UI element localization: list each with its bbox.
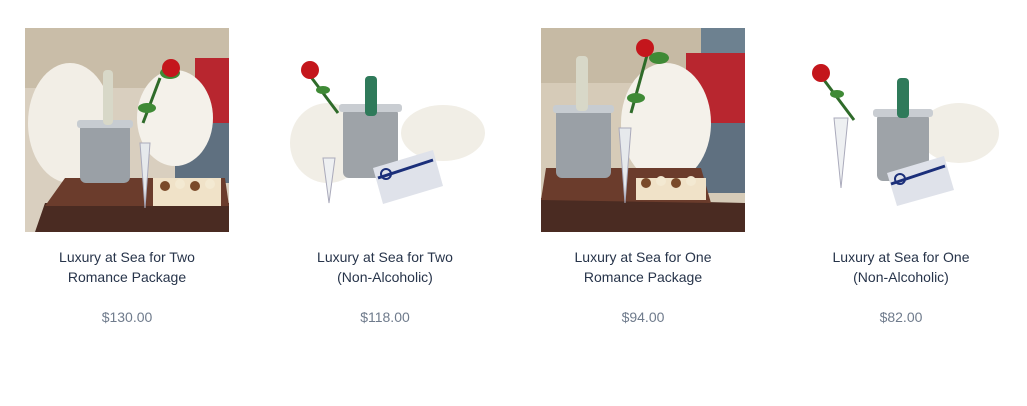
product-price: $94.00	[621, 309, 665, 325]
product-card[interactable]: Luxury at Sea for One (Non-Alcoholic) $8…	[799, 28, 1003, 325]
product-image[interactable]	[283, 28, 487, 232]
product-card[interactable]: Luxury at Sea for Two Romance Package $1…	[25, 28, 229, 325]
product-grid: Luxury at Sea for Two Romance Package $1…	[0, 0, 1027, 406]
product-title-line2[interactable]: Romance Package	[0, 267, 259, 287]
product-title-line1[interactable]: Luxury at Sea for Two	[253, 247, 517, 267]
product-title[interactable]: Luxury at Sea for Two Romance Package	[0, 247, 259, 287]
product-price: $82.00	[879, 309, 923, 325]
product-card[interactable]: Luxury at Sea for One Romance Package $9…	[541, 28, 745, 325]
product-image[interactable]	[25, 28, 229, 232]
product-title-line1[interactable]: Luxury at Sea for One	[769, 247, 1027, 267]
product-title[interactable]: Luxury at Sea for One (Non-Alcoholic)	[769, 247, 1027, 287]
product-price: $130.00	[101, 309, 153, 325]
product-title-line2[interactable]: (Non-Alcoholic)	[253, 267, 517, 287]
product-title[interactable]: Luxury at Sea for One Romance Package	[511, 247, 775, 287]
product-title-line2[interactable]: Romance Package	[511, 267, 775, 287]
product-title-line1[interactable]: Luxury at Sea for One	[511, 247, 775, 267]
product-title-line1[interactable]: Luxury at Sea for Two	[0, 247, 259, 267]
product-price: $118.00	[360, 309, 410, 325]
product-card[interactable]: Luxury at Sea for Two (Non-Alcoholic) $1…	[283, 28, 487, 325]
product-image[interactable]	[799, 28, 1003, 232]
product-image[interactable]	[541, 28, 745, 232]
product-title-line2[interactable]: (Non-Alcoholic)	[769, 267, 1027, 287]
product-title[interactable]: Luxury at Sea for Two (Non-Alcoholic)	[253, 247, 517, 287]
